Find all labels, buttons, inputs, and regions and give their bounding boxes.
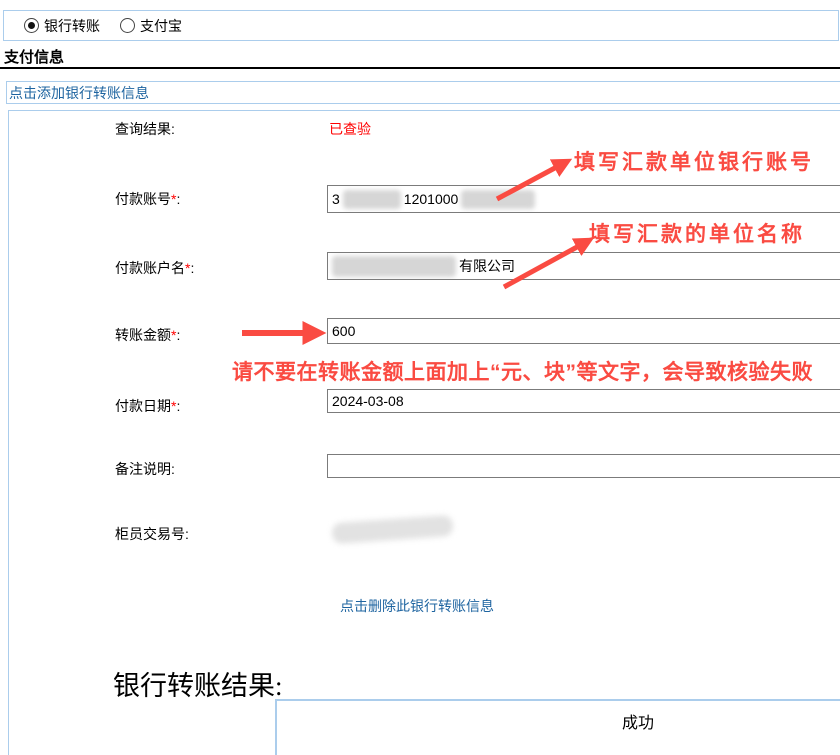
payer-name-label: 付款账户名*: [115,258,194,278]
delete-bank-transfer-link[interactable]: 点击删除此银行转账信息 [340,596,494,616]
remark-label: 备注说明: [115,459,175,479]
payer-name-input[interactable]: 有限公司 [327,252,840,280]
amount-input[interactable] [327,318,840,344]
pay-date-label: 付款日期*: [115,396,180,416]
payment-method-group: 银行转账 支付宝 [3,10,839,41]
radio-alipay-label: 支付宝 [140,16,182,36]
pay-date-input[interactable] [327,389,840,413]
radio-selected-icon[interactable] [24,18,39,33]
account-visible-start: 3 [332,191,340,207]
add-link-row: 点击添加银行转账信息 [6,81,840,104]
transfer-result-box [275,699,840,755]
radio-unselected-icon[interactable] [120,18,135,33]
amount-label: 转账金额*: [115,325,180,345]
masked-account-segment [461,190,535,209]
name-visible-suffix: 有限公司 [459,256,515,276]
masked-account-segment [343,190,401,209]
masked-name-segment [332,256,456,277]
radio-alipay[interactable]: 支付宝 [120,16,182,36]
radio-bank-transfer[interactable]: 银行转账 [24,16,100,36]
query-result-label: 查询结果: [115,119,175,139]
payer-account-label: 付款账号*: [115,189,180,209]
transfer-result-status: 成功 [622,709,654,733]
query-result-value: 已查验 [329,119,371,139]
teller-txn-label: 柜员交易号: [115,524,189,544]
payment-info-title: 支付信息 [4,46,64,67]
account-visible-mid: 1201000 [404,191,459,207]
transfer-result-title: 银行转账结果: [113,664,283,703]
add-bank-transfer-link[interactable]: 点击添加银行转账信息 [9,83,149,103]
account-annotation: 填写汇款单位银行账号 [574,146,814,176]
heading-divider [0,67,840,69]
name-annotation: 填写汇款的单位名称 [589,218,805,248]
payment-page: 银行转账 支付宝 支付信息 点击添加银行转账信息 查询结果: 已查验 付款账号*… [0,0,840,755]
amount-warning-annotation: 请不要在转账金额上面加上“元、块”等文字，会导致核验失败 [232,356,813,386]
payer-account-input[interactable]: 3 1201000 [327,185,840,213]
remark-input[interactable] [327,454,840,478]
radio-bank-transfer-label: 银行转账 [44,16,100,36]
